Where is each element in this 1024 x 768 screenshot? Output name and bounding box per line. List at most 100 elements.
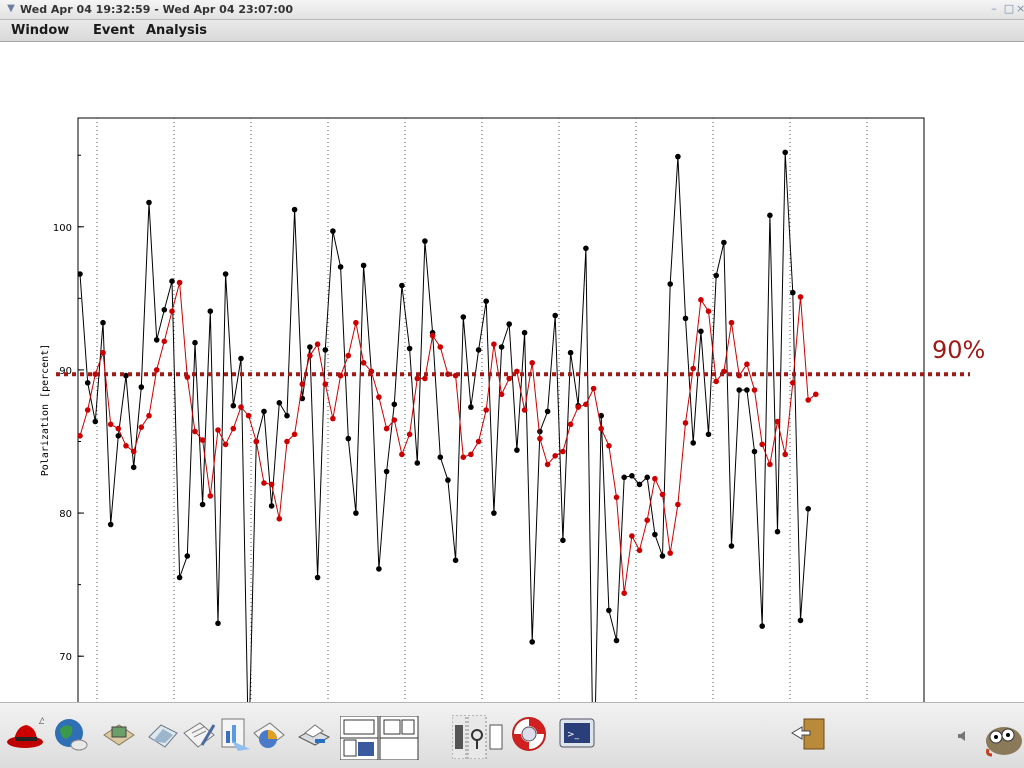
menu-window[interactable]: Window — [11, 23, 69, 38]
maximize-icon[interactable]: □ — [1002, 2, 1016, 16]
help-icon[interactable] — [510, 715, 548, 753]
series-red-point — [652, 475, 658, 482]
series-red-point — [429, 332, 436, 339]
series-red-point — [169, 308, 175, 315]
series-black-point — [222, 271, 229, 277]
series-black-point — [353, 510, 359, 516]
volume-icon[interactable] — [956, 729, 970, 743]
series-red-point — [107, 421, 114, 428]
redhat-start-icon[interactable]: △ — [6, 715, 44, 753]
series-black-point — [652, 531, 658, 538]
series-black-point — [422, 238, 428, 244]
series-black-point — [636, 481, 643, 488]
y-tick-label: 70 — [59, 652, 72, 663]
series-red-point — [245, 412, 252, 419]
series-black-point — [736, 387, 742, 393]
series-black-point — [713, 272, 719, 279]
series-black-point — [138, 384, 145, 390]
series-red-point — [728, 319, 735, 326]
series-black-point — [78, 271, 83, 277]
series-red-point — [506, 375, 512, 382]
series-black-point — [767, 212, 773, 219]
series-black-point — [337, 264, 344, 270]
printer-icon[interactable] — [295, 715, 333, 753]
series-red-point — [100, 349, 106, 356]
plot-frame — [77, 117, 925, 739]
series-red-point — [644, 517, 650, 523]
series-red-point — [115, 425, 122, 432]
svg-text:>_: >_ — [567, 730, 580, 740]
series-red-point — [813, 391, 819, 398]
series-black-point — [705, 431, 712, 438]
series-black-point — [621, 474, 627, 481]
series-red-point — [391, 417, 398, 423]
series-black-point — [383, 468, 390, 475]
series-red-point — [690, 365, 696, 372]
series-black-point — [659, 553, 666, 559]
series-black-point — [199, 501, 206, 508]
series-black-point — [567, 349, 574, 356]
series-red-point — [330, 415, 336, 422]
series-red-point — [307, 352, 313, 359]
series-black-point — [629, 473, 635, 479]
gimp-icon[interactable] — [978, 713, 1024, 759]
window-title: Wed Apr 04 19:32:59 - Wed Apr 04 23:07:0… — [20, 3, 294, 16]
series-red-point — [345, 352, 352, 359]
series-red-point — [713, 378, 719, 385]
series-red-point — [422, 375, 428, 382]
menu-analysis[interactable]: Analysis — [146, 23, 207, 38]
window-menu-icon[interactable]: ▼ — [4, 2, 18, 16]
series-black-point — [376, 566, 382, 572]
web-browser-icon[interactable] — [52, 715, 90, 753]
series-black-point — [399, 282, 405, 289]
series-red-point — [552, 453, 558, 459]
series-black-point — [805, 506, 811, 512]
series-black-point — [414, 460, 421, 466]
series-red-point — [138, 424, 145, 431]
series-red-point — [705, 308, 712, 315]
presentation-icon[interactable] — [216, 715, 254, 753]
series-red-point — [659, 491, 666, 498]
series-red-point — [529, 360, 535, 366]
y-tick-label: 80 — [59, 509, 72, 520]
minimize-icon[interactable]: – — [987, 2, 1001, 16]
series-red-point — [383, 425, 390, 432]
photo-icon[interactable] — [143, 715, 181, 753]
series-black-point — [475, 347, 482, 353]
series-red-point — [782, 451, 788, 458]
system-monitor-icon[interactable] — [452, 715, 506, 759]
series-red-point — [475, 438, 482, 445]
series-black-point — [215, 620, 221, 627]
series-black-point — [537, 428, 543, 435]
series-red-point — [414, 375, 421, 382]
series-black-point — [92, 418, 99, 425]
series-black-point — [291, 206, 298, 213]
series-red-point — [460, 454, 467, 461]
logout-icon[interactable] — [790, 715, 828, 753]
series-black-point — [506, 321, 512, 327]
series-red-point — [575, 404, 581, 410]
series-black-point — [360, 262, 367, 269]
close-icon[interactable]: × — [1016, 2, 1024, 16]
series-black-point — [307, 344, 313, 350]
series-red-point — [360, 360, 367, 366]
series-black-point — [437, 454, 444, 461]
series-black-point — [583, 245, 589, 252]
terminal-icon[interactable]: >_ — [558, 715, 596, 753]
series-red-point — [84, 407, 91, 413]
series-red-point — [222, 441, 229, 448]
series-black-point — [452, 557, 459, 564]
series-black-point — [184, 553, 191, 559]
email-icon[interactable] — [100, 715, 138, 753]
series-red-point — [146, 412, 152, 419]
series-red-point — [759, 441, 765, 448]
series-black-point — [491, 510, 497, 516]
text-editor-icon[interactable] — [180, 715, 218, 753]
menu-event[interactable]: Event — [93, 23, 135, 38]
series-red-point — [376, 394, 382, 400]
series-black-point — [544, 408, 551, 415]
spreadsheet-icon[interactable] — [250, 715, 288, 753]
workspace-switcher-icon[interactable] — [340, 716, 420, 760]
series-black-point — [391, 401, 398, 408]
taskbar: △ >_ — [0, 702, 1024, 768]
